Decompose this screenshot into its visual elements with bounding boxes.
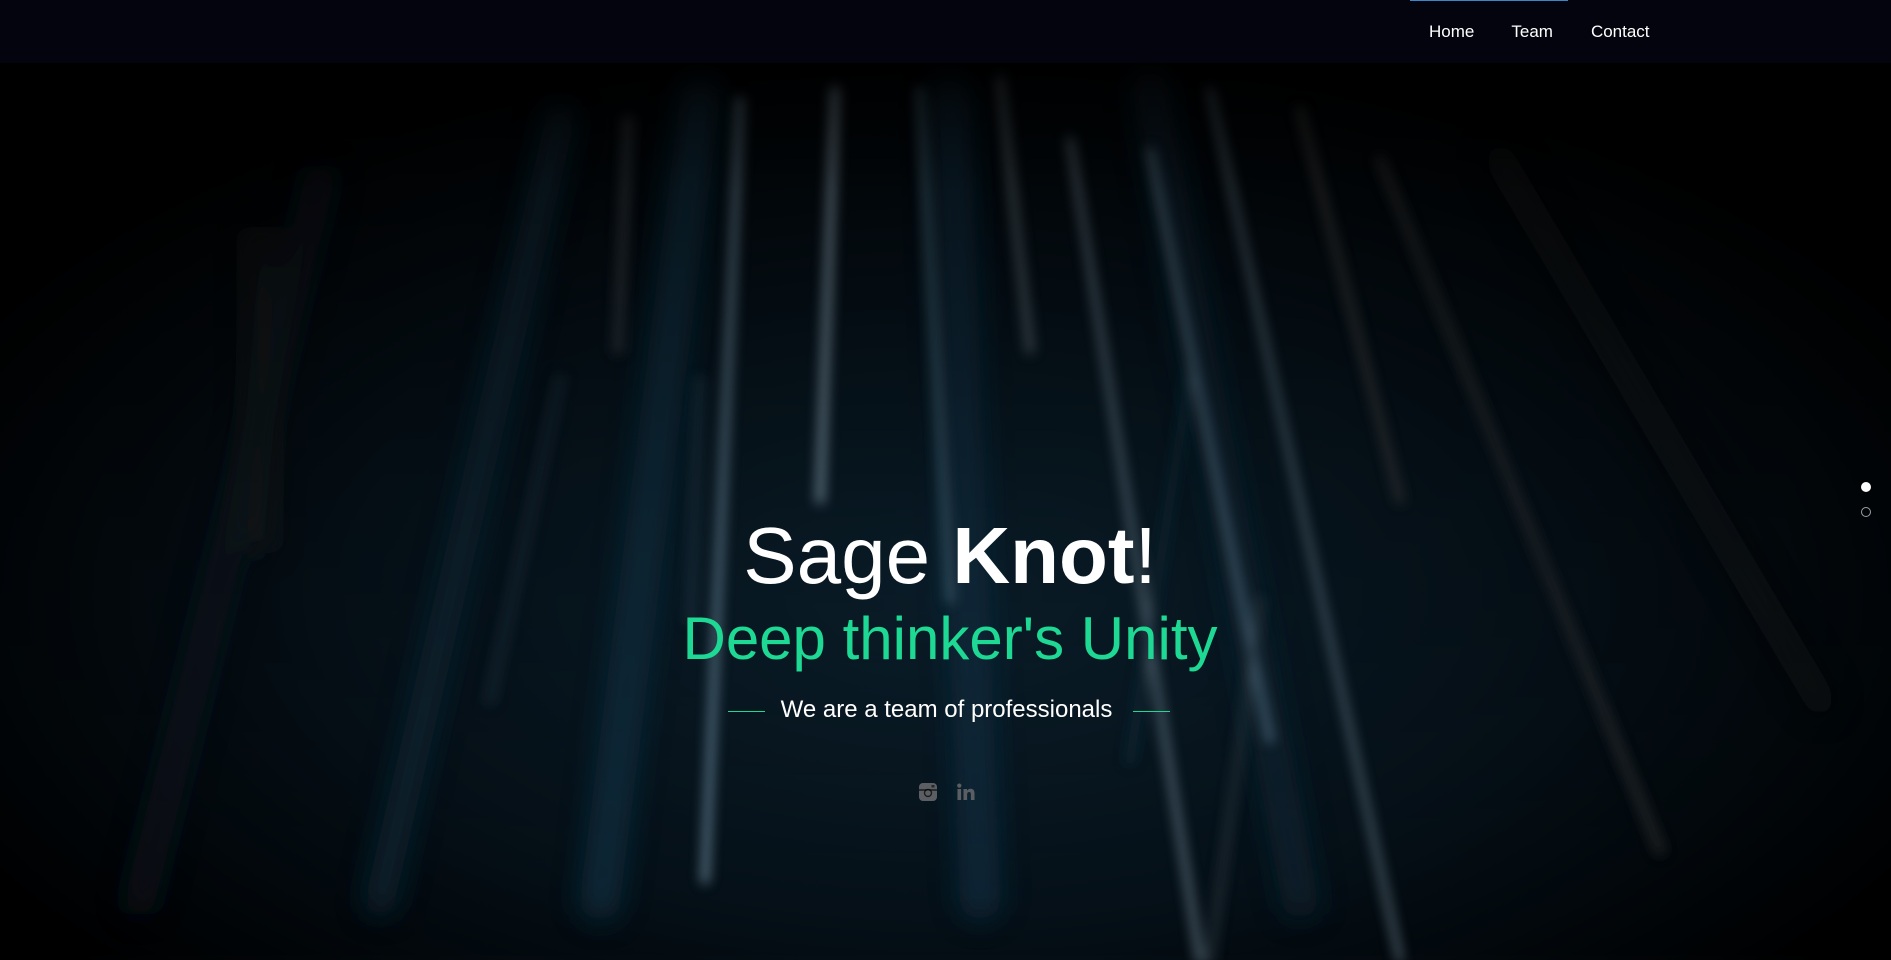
hero-title: Sage Knot! [0,511,1891,601]
nav-link-contact[interactable]: Contact [1591,21,1650,43]
hero-title-bold: Knot [952,511,1135,600]
nav-link-home[interactable]: Home [1429,21,1474,43]
nav-link-team[interactable]: Team [1511,21,1553,43]
hero-background-light-streaks [0,0,1891,960]
nav-active-indicator [1410,0,1568,1]
hero-tagline-row: We are a team of professionals [0,695,1891,725]
slide-dot-1[interactable] [1861,482,1871,492]
social-links [918,782,976,802]
nav-menu: Home Team Contact [1429,21,1650,43]
hero-tagline: We are a team of professionals [780,696,1113,723]
instagram-icon[interactable] [918,782,938,802]
slide-dot-2[interactable] [1861,507,1871,517]
slide-pagination [1861,482,1871,532]
hero-title-light: Sage [743,511,953,600]
page: Home Team Contact Sage Knot! Deep thinke… [0,0,1891,960]
top-navbar: Home Team Contact [0,0,1891,63]
tagline-divider-right [1133,711,1170,712]
hero-title-end: ! [1134,511,1157,600]
linkedin-icon[interactable] [956,782,976,802]
hero-subtitle: Deep thinker's Unity [682,605,1218,672]
